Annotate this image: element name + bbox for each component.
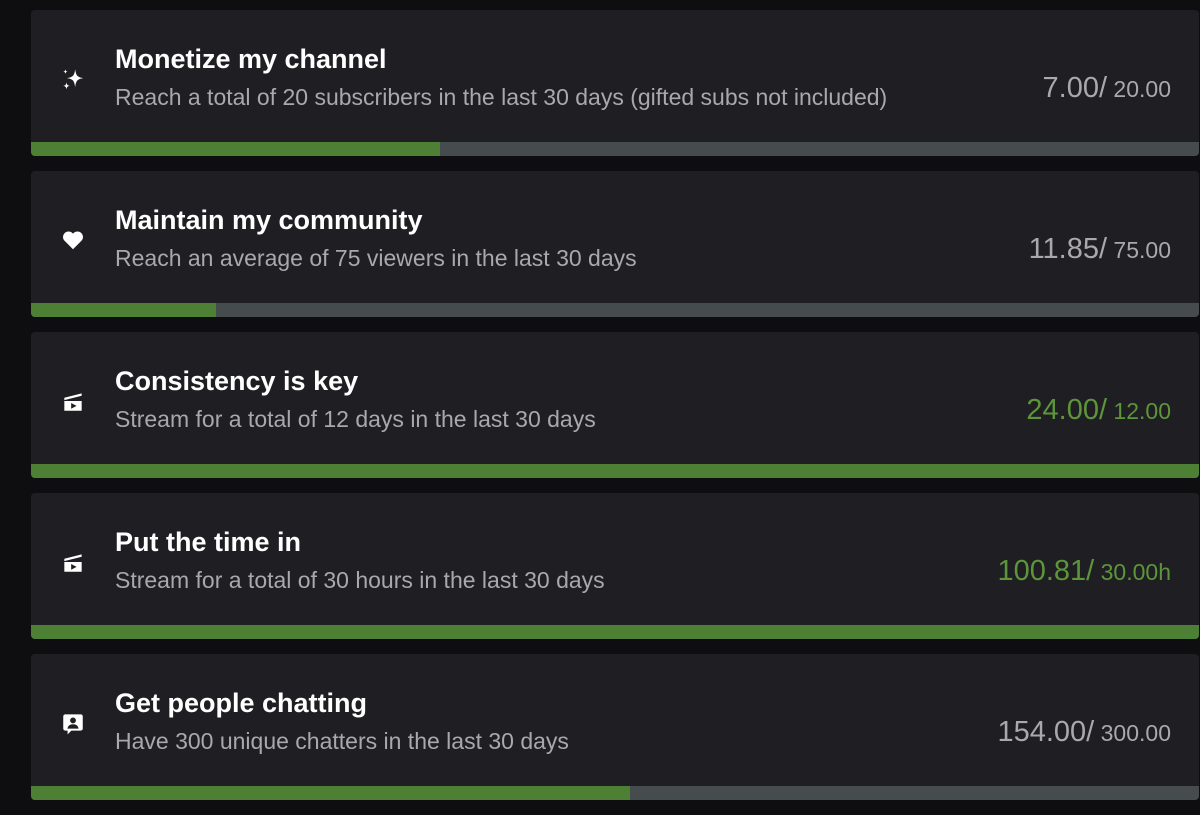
goal-progress-bar [31, 142, 1199, 156]
goal-current-value: 7.00/ [1042, 72, 1108, 104]
goal-description: Reach a total of 20 subscribers in the l… [115, 84, 888, 110]
stream-icon [59, 387, 87, 415]
goal-progress-fill [31, 142, 440, 156]
goal-progress-fill [31, 625, 1199, 639]
goal-current-value: 24.00/ [1026, 394, 1108, 426]
goal-progress-bar [31, 625, 1199, 639]
stream-icon [59, 548, 87, 576]
goal-current-value: 11.85/ [1028, 233, 1108, 265]
goal-progress-bar [31, 786, 1199, 800]
goal-target-value: 12.00 [1107, 398, 1171, 424]
goal-progress-value: 24.00/ 12.00 [1026, 394, 1171, 427]
goal-description: Reach an average of 75 viewers in the la… [115, 245, 637, 271]
goal-progress-value: 100.81/ 30.00h [997, 555, 1171, 588]
sparkle-icon [59, 65, 87, 93]
goal-progress-value: 154.00/ 300.00 [997, 716, 1171, 749]
goal-title: Monetize my channel [115, 44, 387, 74]
goal-progress-fill [31, 786, 631, 800]
heart-icon [59, 226, 87, 254]
goal-description: Stream for a total of 30 hours in the la… [115, 567, 605, 593]
goal-progress-fill [31, 303, 216, 317]
goal-card-monetize[interactable]: Monetize my channel Reach a total of 20 … [31, 10, 1199, 156]
goal-description: Have 300 unique chatters in the last 30 … [115, 728, 569, 754]
goal-title: Maintain my community [115, 205, 423, 235]
goals-list: Monetize my channel Reach a total of 20 … [31, 10, 1199, 815]
goal-current-value: 100.81/ [997, 555, 1095, 587]
goal-title: Consistency is key [115, 366, 359, 396]
goal-description: Stream for a total of 12 days in the las… [115, 406, 596, 432]
goal-target-value: 75.00 [1107, 237, 1171, 263]
goal-progress-value: 7.00/ 20.00 [1043, 72, 1171, 105]
goal-target-value: 30.00h [1094, 559, 1171, 585]
goal-progress-bar [31, 464, 1199, 478]
goal-progress-bar [31, 303, 1199, 317]
goal-card-time[interactable]: Put the time in Stream for a total of 30… [31, 493, 1199, 639]
goal-card-chatting[interactable]: Get people chatting Have 300 unique chat… [31, 654, 1199, 800]
goal-title: Get people chatting [115, 688, 368, 718]
goal-card-community[interactable]: Maintain my community Reach an average o… [31, 171, 1199, 317]
goal-target-value: 300.00 [1094, 720, 1171, 746]
goal-progress-fill [31, 464, 1199, 478]
goal-progress-value: 11.85/ 75.00 [1029, 233, 1171, 266]
goal-target-value: 20.00 [1107, 76, 1171, 102]
chat-icon [59, 709, 87, 737]
goal-current-value: 154.00/ [997, 716, 1095, 748]
goal-card-consistency[interactable]: Consistency is key Stream for a total of… [31, 332, 1199, 478]
goal-title: Put the time in [115, 527, 302, 557]
